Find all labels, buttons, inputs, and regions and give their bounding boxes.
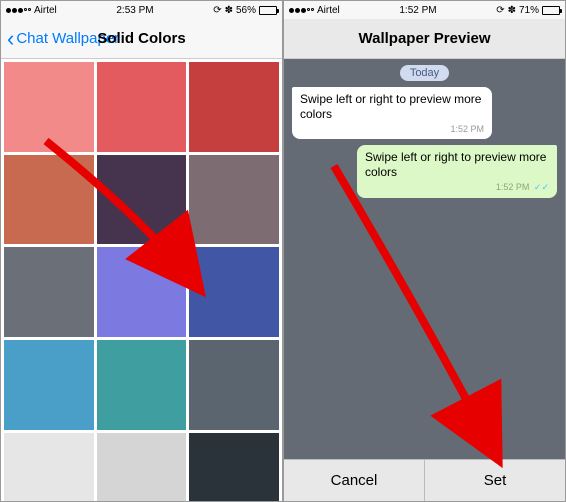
color-swatch[interactable] (4, 62, 94, 152)
color-swatch[interactable] (4, 433, 94, 501)
message-text: Swipe left or right to preview more colo… (300, 92, 481, 121)
status-time: 1:52 PM (399, 5, 436, 16)
outgoing-message-bubble: Swipe left or right to preview more colo… (357, 145, 557, 197)
color-swatch[interactable] (97, 433, 187, 501)
battery-icon (542, 6, 560, 15)
color-grid (1, 59, 282, 501)
status-bar: Airtel 1:52 PM ⟳ ✽ 71% (284, 1, 565, 19)
color-swatch[interactable] (189, 433, 279, 501)
message-text: Swipe left or right to preview more colo… (365, 150, 546, 179)
color-swatch[interactable] (189, 247, 279, 337)
cancel-button[interactable]: Cancel (284, 460, 425, 501)
color-swatch[interactable] (4, 340, 94, 430)
bottom-bar: Cancel Set (284, 459, 565, 501)
carrier-label: Airtel (317, 5, 340, 16)
color-swatch[interactable] (189, 155, 279, 245)
color-swatch[interactable] (189, 340, 279, 430)
phone-right: Airtel 1:52 PM ⟳ ✽ 71% Wallpaper Preview… (283, 0, 566, 502)
bluetooth-icon: ✽ (225, 5, 233, 16)
rotation-lock-icon: ⟳ (213, 5, 221, 16)
message-timestamp: 1:52 PM (496, 182, 530, 192)
battery-icon (259, 6, 277, 15)
nav-title: Wallpaper Preview (284, 30, 565, 47)
nav-bar: ‹ Chat Wallpaper Solid Colors (1, 19, 282, 59)
color-swatch[interactable] (97, 340, 187, 430)
nav-bar: Wallpaper Preview (284, 19, 565, 59)
status-bar: Airtel 2:53 PM ⟳ ✽ 56% (1, 1, 282, 19)
color-swatch[interactable] (4, 155, 94, 245)
phone-left: Airtel 2:53 PM ⟳ ✽ 56% ‹ Chat Wallpaper … (0, 0, 283, 502)
bluetooth-icon: ✽ (508, 5, 516, 16)
nav-title: Solid Colors (97, 30, 185, 47)
back-chevron-icon[interactable]: ‹ (7, 26, 14, 52)
signal-dots-icon (6, 8, 31, 13)
color-swatch[interactable] (189, 62, 279, 152)
date-pill: Today (400, 65, 449, 81)
wallpaper-preview-area[interactable]: Today Swipe left or right to preview mor… (284, 59, 565, 459)
status-time: 2:53 PM (116, 5, 153, 16)
color-swatch[interactable] (97, 247, 187, 337)
color-swatch[interactable] (4, 247, 94, 337)
message-timestamp: 1:52 PM (300, 124, 484, 135)
color-swatch[interactable] (97, 62, 187, 152)
read-ticks-icon: ✓✓ (534, 182, 549, 192)
rotation-lock-icon: ⟳ (496, 5, 504, 16)
color-swatch[interactable] (97, 155, 187, 245)
set-button[interactable]: Set (425, 460, 565, 501)
signal-dots-icon (289, 8, 314, 13)
incoming-message-bubble: Swipe left or right to preview more colo… (292, 87, 492, 139)
carrier-label: Airtel (34, 5, 57, 16)
battery-pct: 71% (519, 5, 539, 16)
battery-pct: 56% (236, 5, 256, 16)
